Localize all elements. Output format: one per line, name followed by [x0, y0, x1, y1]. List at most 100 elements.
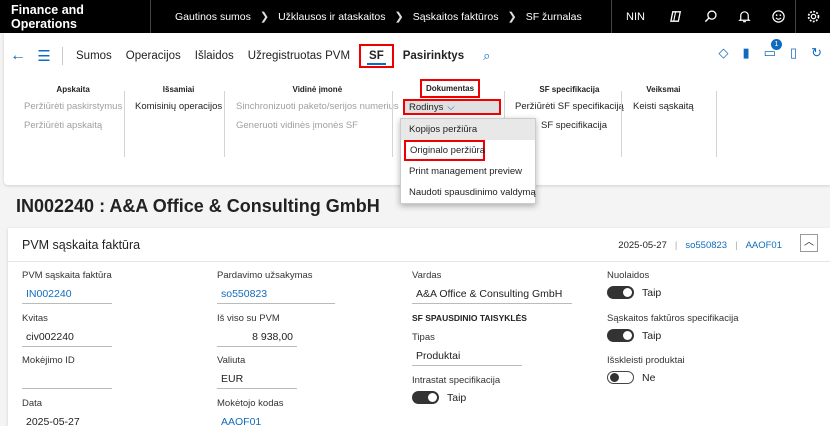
discounts-toggle-row: Taip — [607, 286, 661, 299]
payer-code-field: Mokėtojo kodas AAOF01 — [217, 398, 307, 426]
menu-item-use-print-management[interactable]: Naudoti spausdinimo valdymą — [401, 182, 536, 203]
hamburger-menu-icon[interactable]: ☰ — [32, 47, 56, 65]
app-title[interactable]: Finance and Operations — [0, 3, 150, 31]
chevron-right-icon: ❯ — [394, 11, 404, 23]
view-invoice-spec-button[interactable]: Peržiūrėti SF specifikaciją — [515, 101, 624, 112]
diamond-icon[interactable]: ◇ — [718, 45, 728, 61]
menu-item-original-preview[interactable]: Originalo peržiūra — [404, 140, 485, 161]
change-invoice-button[interactable]: Keisti sąskaitą — [633, 101, 694, 112]
divider — [716, 91, 717, 157]
tab-operacijos[interactable]: Operacijos — [119, 50, 188, 62]
intrastat-toggle-row: Taip — [412, 391, 500, 404]
collapse-icon[interactable]: ︿ — [800, 234, 818, 252]
menu-item-copy-preview[interactable]: Kopijos peržiūra — [401, 119, 535, 140]
chevron-right-icon: ❯ — [507, 11, 517, 23]
page-icon[interactable]: ▯ — [790, 45, 797, 61]
total-incl-vat-value[interactable]: 8 938,00 — [217, 329, 297, 347]
field-label: Iš viso su PVM — [217, 313, 280, 324]
discounts-field: Nuolaidos Taip — [607, 270, 661, 299]
bell-icon[interactable] — [727, 0, 761, 33]
sync-batch-button[interactable]: Sinchronizuoti paketo/serijos numerius — [236, 101, 399, 112]
office-icon[interactable]: ▮ — [742, 45, 749, 61]
breadcrumb-item[interactable]: Gautinos sumos — [175, 11, 251, 23]
tab-uzregistruotas-pvm[interactable]: Užregistruotas PVM — [241, 50, 357, 62]
pane-toolbar: ◇ ▮ ▭ 1 ▯ ↻ — [718, 39, 822, 61]
expanded-products-field: Išskleisti produktai Ne — [607, 355, 685, 384]
intrastat-field: Intrastat specifikacija Taip — [412, 375, 500, 404]
back-arrow-icon[interactable]: ← — [4, 47, 32, 65]
gear-icon[interactable] — [796, 0, 830, 33]
payment-id-value[interactable] — [22, 371, 112, 389]
fasttab-summary: 2025-05-27 | so550823 | AAOF01 — [618, 240, 782, 251]
summary-payer-code[interactable]: AAOF01 — [746, 240, 782, 251]
invoice-number-link[interactable]: IN002240 — [22, 286, 112, 304]
type-field: Tipas Produktai — [412, 332, 522, 366]
search-icon[interactable]: ⌕ — [471, 48, 490, 64]
field-label: Išskleisti produktai — [607, 355, 685, 366]
field-label: Kvitas — [22, 313, 48, 324]
attachments-icon[interactable]: ▭ 1 — [764, 39, 782, 61]
group-title: Išsamiai — [162, 85, 195, 94]
voucher-value[interactable]: civ002240 — [22, 329, 112, 347]
toggle-state: Taip — [447, 391, 467, 404]
generate-intercompany-button[interactable]: Generuoti vidinės įmonės SF — [236, 120, 399, 131]
view-dropdown-button[interactable]: Rodinys ⌵ — [403, 99, 501, 115]
date-field: Data 2025-05-27 — [22, 398, 112, 426]
intrastat-toggle[interactable] — [412, 391, 439, 404]
group-title: Vidinė įmonė — [292, 85, 343, 94]
smiley-icon[interactable] — [761, 0, 795, 33]
tab-islaidos[interactable]: Išlaidos — [188, 50, 241, 62]
breadcrumb: Gautinos sumos ❯ Užklausos ir ataskaitos… — [151, 10, 582, 24]
divider — [224, 91, 225, 157]
expanded-products-toggle-row: Ne — [607, 371, 685, 384]
tab-pasirinktys[interactable]: Pasirinktys — [396, 50, 471, 62]
expanded-products-toggle[interactable] — [607, 371, 634, 384]
menu-item-print-management-preview[interactable]: Print management preview — [401, 161, 535, 182]
invoice-spec-toggle[interactable] — [607, 329, 634, 342]
summary-date: 2025-05-27 — [618, 240, 667, 251]
field-label: Tipas — [412, 332, 435, 343]
company-picker[interactable]: NIN — [612, 11, 659, 23]
toggle-state: Ne — [642, 371, 656, 384]
summary-sales-order[interactable]: so550823 — [685, 240, 727, 251]
group-veiksmai: Veiksmai Keisti sąskaitą — [633, 85, 694, 120]
group-vidine-imone: Vidinė įmonė Sinchronizuoti paketo/serij… — [236, 85, 399, 139]
group-apskaita: Apskaita Peržiūrėti paskirstymus Peržiūr… — [24, 85, 122, 139]
date-value[interactable]: 2025-05-27 — [22, 414, 112, 426]
action-tabs: ← ☰ Sumos Operacijos Išlaidos Užregistru… — [4, 41, 490, 71]
connected-icon[interactable] — [659, 0, 693, 33]
group-title: Veiksmai — [646, 85, 681, 94]
search-icon[interactable] — [693, 0, 727, 33]
voucher-field: Kvitas civ002240 — [22, 313, 112, 347]
invoice-field: PVM sąskaita faktūra IN002240 — [22, 270, 112, 304]
toggle-state: Taip — [642, 329, 662, 342]
view-distributions-button[interactable]: Peržiūrėti paskirstymus — [24, 101, 122, 112]
divider — [392, 91, 393, 157]
view-accounting-button[interactable]: Peržiūrėti apskaitą — [24, 120, 122, 131]
tab-sumos[interactable]: Sumos — [69, 50, 119, 62]
fasttab-header[interactable]: PVM sąskaita faktūra 2025-05-27 | so5508… — [8, 228, 830, 262]
refresh-icon[interactable]: ↻ — [811, 45, 822, 61]
field-label: Data — [22, 398, 43, 409]
total-incl-vat-field: Iš viso su PVM 8 938,00 — [217, 313, 297, 347]
discounts-toggle[interactable] — [607, 286, 634, 299]
divider: | — [735, 240, 738, 251]
currency-value[interactable]: EUR — [217, 371, 297, 389]
field-label: PVM sąskaita faktūra — [22, 270, 112, 281]
breadcrumb-item[interactable]: Sąskaitos faktūros — [413, 11, 499, 23]
field-label: Intrastat specifikacija — [412, 375, 501, 386]
breadcrumb-item[interactable]: Užklausos ir ataskaitos — [278, 11, 385, 23]
top-right-area: NIN — [611, 0, 830, 33]
view-label: Rodinys — [409, 102, 444, 113]
currency-field: Valiuta EUR — [217, 355, 297, 389]
name-value[interactable]: A&A Office & Consulting GmbH — [412, 286, 572, 304]
breadcrumb-item[interactable]: SF žurnalas — [526, 11, 582, 23]
payer-code-link[interactable]: AAOF01 — [217, 414, 307, 426]
invoice-spec-field: Sąskaitos faktūros specifikacija Taip — [607, 313, 738, 342]
sales-order-link[interactable]: so550823 — [217, 286, 335, 304]
tab-sf[interactable]: SF — [359, 44, 394, 68]
type-value[interactable]: Produktai — [412, 348, 522, 366]
group-title: Dokumentas — [420, 79, 481, 98]
commission-transactions-button[interactable]: Komisinių operacijos — [135, 101, 222, 112]
view-dropdown-menu: Kopijos peržiūra Originalo peržiūra Prin… — [400, 118, 536, 204]
